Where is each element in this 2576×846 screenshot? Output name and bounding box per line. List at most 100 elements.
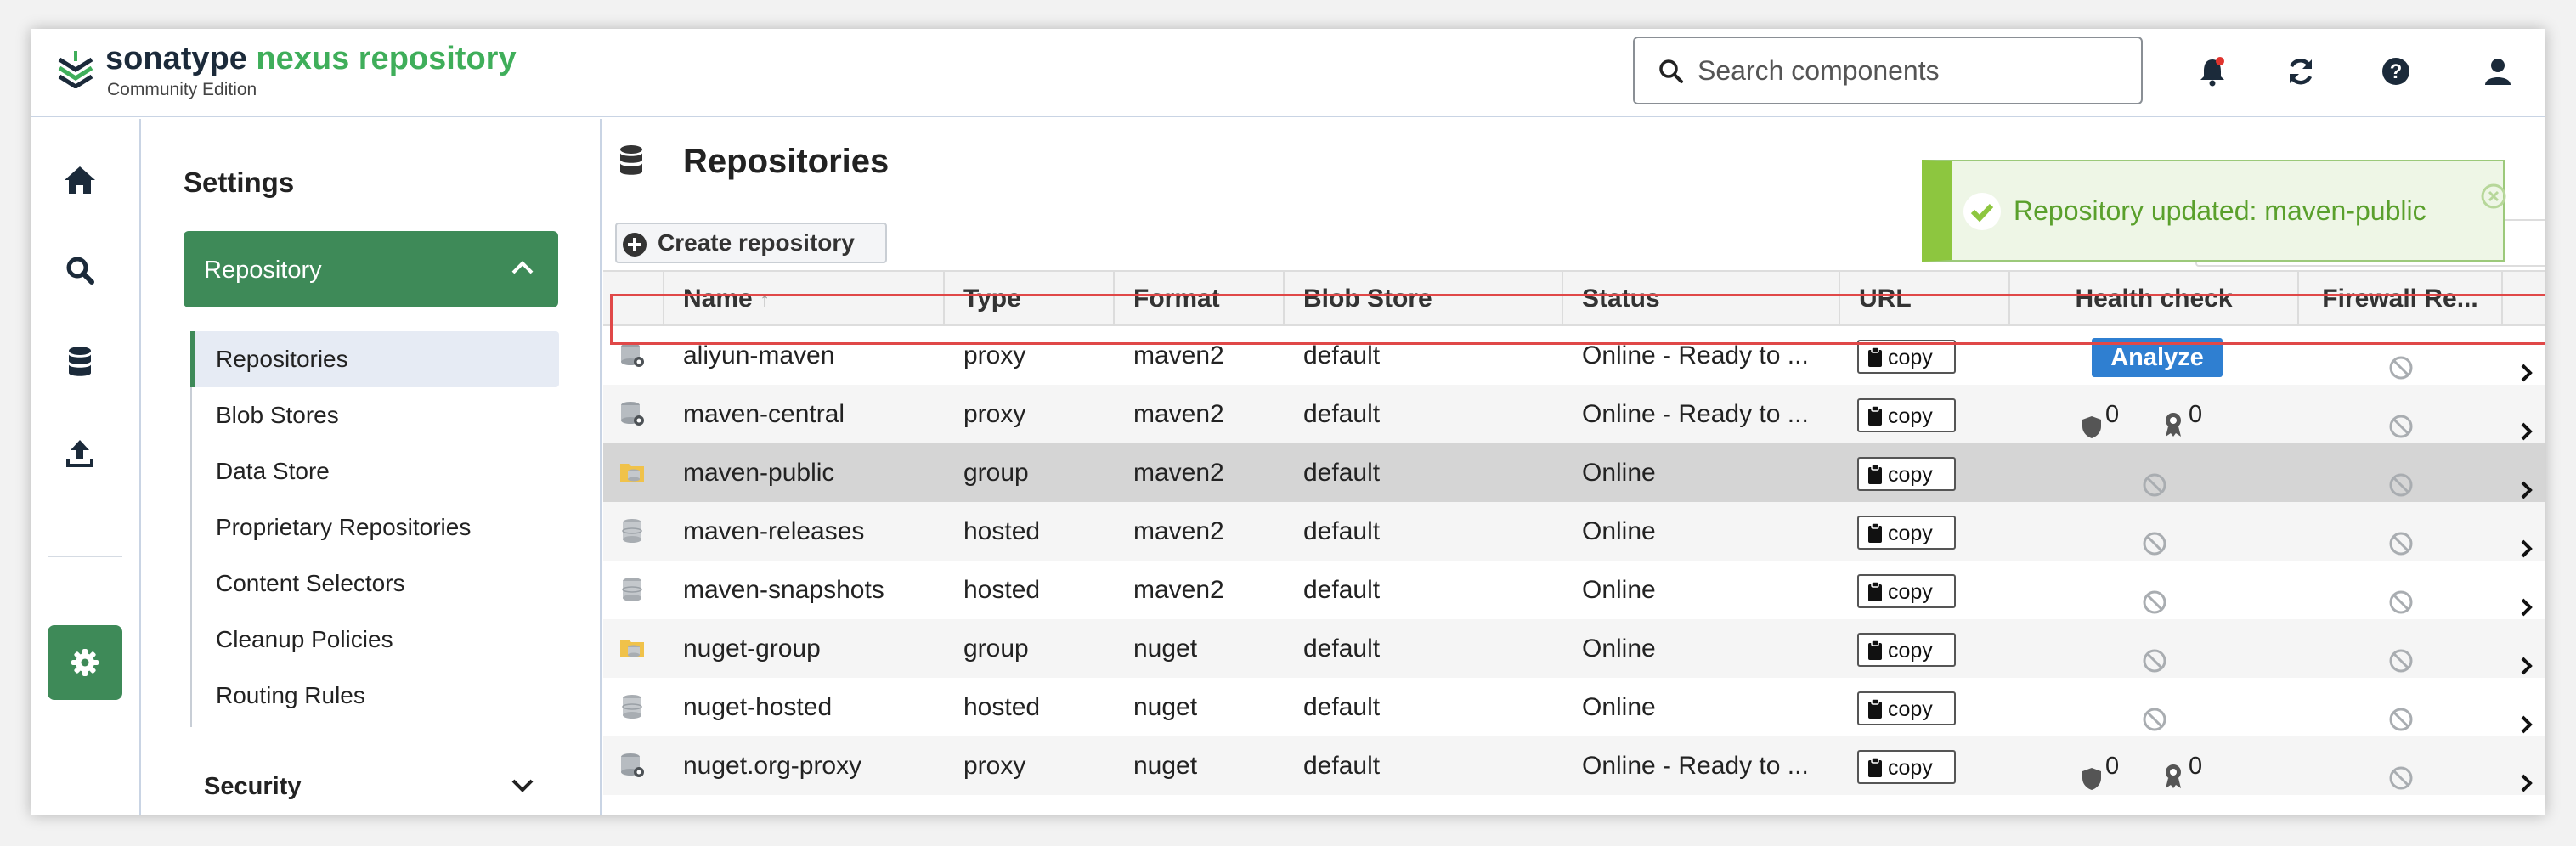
rail-browse[interactable] (42, 324, 117, 399)
repo-type: hosted (963, 693, 1041, 721)
repo-status: Online - Ready to ... (1582, 400, 1809, 428)
ban-icon (2389, 590, 2413, 614)
column-status[interactable]: Status (1563, 272, 1840, 326)
row-open-cell[interactable] (2503, 326, 2545, 385)
repo-url-cell: copy (1840, 502, 2010, 561)
brand-name: sonatype nexus repository (105, 42, 517, 75)
bell-icon[interactable] (2195, 54, 2229, 88)
award-icon (2166, 413, 2181, 437)
health-check-cell: 00 (2010, 385, 2299, 443)
sidebar-item-data-store[interactable]: Data Store (190, 443, 559, 499)
sidebar-item-cleanup-policies[interactable]: Cleanup Policies (190, 612, 559, 668)
row-open-cell[interactable] (2503, 385, 2545, 443)
analyze-button[interactable]: Analyze (2092, 338, 2223, 377)
firewall-cell (2299, 736, 2503, 795)
repo-name: maven-releases (683, 517, 865, 545)
group-repo-icon (620, 640, 644, 657)
ban-icon (2143, 473, 2166, 497)
row-open-cell[interactable] (2503, 443, 2545, 502)
repo-name: maven-central (683, 400, 845, 428)
repo-type-icon-cell (610, 326, 664, 385)
copy-url-button[interactable]: copy (1857, 340, 1956, 374)
top-bar: sonatype nexus repository Community Edit… (31, 29, 2545, 117)
repo-format: maven2 (1133, 517, 1224, 545)
row-open-cell[interactable] (2503, 678, 2545, 736)
proxy-repo-icon (621, 402, 644, 426)
repo-name: maven-public (683, 459, 835, 487)
copy-url-button[interactable]: copy (1857, 691, 1956, 725)
security-label: Security (204, 773, 302, 800)
rail-search[interactable] (42, 233, 117, 307)
copy-url-button[interactable]: copy (1857, 633, 1956, 667)
table-row[interactable]: aliyun-maven proxy maven2 default Online - R… (603, 326, 2545, 385)
rail-settings[interactable] (48, 625, 122, 700)
column-health-check[interactable]: Health check (2010, 272, 2299, 326)
table-row[interactable]: nuget-hosted hosted nuget default Online copy (603, 678, 2545, 736)
row-open-cell[interactable] (2503, 619, 2545, 678)
repo-url-cell: copy (1840, 443, 2010, 502)
column-firewall[interactable]: Firewall Re... (2299, 272, 2503, 326)
column-format[interactable]: Format (1115, 272, 1285, 326)
brand-part2: nexus repository (256, 41, 517, 76)
column-name[interactable]: Name ↑ (664, 272, 945, 326)
sidebar-item-proprietary-repositories[interactable]: Proprietary Repositories (190, 499, 559, 556)
help-icon[interactable]: ? (2379, 54, 2413, 88)
copy-url-button[interactable]: copy (1857, 574, 1956, 608)
table-row[interactable]: maven-public group maven2 default Online copy (603, 443, 2545, 502)
sidebar-item-content-selectors[interactable]: Content Selectors (190, 556, 559, 612)
table-row[interactable]: nuget.org-proxy proxy nuget default Online -… (603, 736, 2545, 795)
check-circle-icon (1963, 193, 2001, 230)
repo-status: Online (1582, 634, 1656, 663)
health-counts: 00 (2082, 401, 2234, 438)
sidebar-item-repositories[interactable]: Repositories (190, 331, 559, 387)
repo-blob-store: default (1303, 400, 1381, 428)
repo-name: nuget-hosted (683, 693, 833, 721)
sidebar-item-blob-stores[interactable]: Blob Stores (190, 387, 559, 443)
table-row[interactable]: nuget-group group nuget default Online copy (603, 619, 2545, 678)
column-blob-store[interactable]: Blob Store (1285, 272, 1563, 326)
table-row[interactable]: maven-snapshots hosted maven2 default Online… (603, 561, 2545, 619)
copy-url-button[interactable]: copy (1857, 457, 1956, 491)
search-icon (1659, 59, 1683, 83)
ban-icon (2389, 649, 2413, 673)
row-open-cell[interactable] (2503, 561, 2545, 619)
database-icon (69, 347, 91, 376)
column-type[interactable]: Type (945, 272, 1115, 326)
security-count: 0 (2105, 401, 2120, 428)
copy-url-button[interactable]: copy (1857, 750, 1956, 784)
refresh-icon[interactable] (2284, 54, 2318, 88)
table-row[interactable]: maven-releases hosted maven2 default Online c… (603, 502, 2545, 561)
repo-blob-store: default (1303, 459, 1381, 487)
search-icon (66, 257, 94, 285)
rail-home[interactable] (42, 143, 117, 217)
close-icon[interactable] (2481, 183, 2506, 209)
sonatype-logo-icon (58, 51, 93, 88)
repo-status: Online (1582, 459, 1656, 487)
repo-url-cell: copy (1840, 736, 2010, 795)
search-box[interactable] (1633, 37, 2143, 104)
success-toast: Repository updated: maven-public (1922, 160, 2506, 262)
repo-name: maven-snapshots (683, 576, 884, 604)
column-url[interactable]: URL (1840, 272, 2010, 326)
repo-blob-store: default (1303, 517, 1381, 545)
table-row[interactable]: maven-central proxy maven2 default Online - … (603, 385, 2545, 443)
rail-upload[interactable] (42, 416, 117, 491)
search-input[interactable] (1698, 50, 2122, 91)
repo-status: Online - Ready to ... (1582, 752, 1809, 780)
row-open-cell[interactable] (2503, 736, 2545, 795)
chevron-right-icon (2521, 539, 2533, 558)
copy-url-button[interactable]: copy (1857, 398, 1956, 432)
ban-icon (2389, 473, 2413, 497)
create-repository-button[interactable]: Create repository (615, 223, 887, 263)
repository-section-toggle[interactable]: Repository (184, 231, 558, 307)
row-open-cell[interactable] (2503, 502, 2545, 561)
copy-label: copy (1888, 639, 1933, 663)
repositories-table: Name ↑ Type Format Blob Store Status URL… (603, 270, 2545, 795)
user-icon[interactable] (2481, 54, 2515, 88)
copy-url-button[interactable]: copy (1857, 516, 1956, 550)
health-check-cell (2010, 678, 2299, 736)
sidebar-item-routing-rules[interactable]: Routing Rules (190, 668, 559, 724)
icon-rail (31, 119, 141, 815)
database-icon (620, 145, 642, 175)
security-section-toggle[interactable]: Security (184, 764, 558, 812)
